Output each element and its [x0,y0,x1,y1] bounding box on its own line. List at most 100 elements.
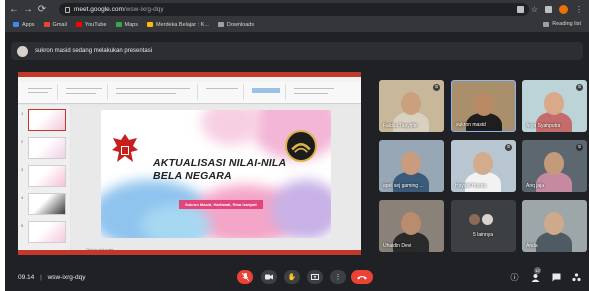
participant-face [544,152,564,175]
participant-name: Faidza Tasyrifin [383,123,418,129]
ribbon-group [60,84,108,100]
camera-button[interactable] [261,270,277,284]
participant-tile[interactable]: ⦸ Hayatil Husna [451,140,516,192]
bookmark-item[interactable]: YouTube [75,21,107,28]
bookmark-icon [43,22,50,27]
more-vert-icon: ⋮ [334,274,342,281]
profile-avatar[interactable] [559,5,568,14]
thumbnail-number: 3 [21,167,24,172]
present-button[interactable] [307,270,323,284]
ribbon-item [252,88,280,93]
slide-subtitle: Sukron Masid, Hartiwati, Rina Iswiyati [179,200,263,209]
bookmark-item[interactable]: Gmail [43,21,67,28]
bookmark-item[interactable]: Apps [13,22,35,28]
participant-tile[interactable]: apel sej gaming ... [379,140,444,192]
participant-name: 5 lainnya [473,232,494,238]
participant-avatar [482,214,493,225]
slide-thumbnail[interactable] [28,109,66,131]
powerpoint-statusbar [18,250,361,255]
back-icon[interactable]: ← [9,4,19,16]
meeting-info: 09.14 | wsw-ixrg-dqy [18,274,86,281]
participant-tile[interactable]: 5 lainnya [451,200,516,252]
bookmark-label: Gmail [52,21,67,28]
participant-tile[interactable]: sukron masid [451,80,516,132]
ribbon-group [288,84,358,100]
forward-icon[interactable]: → [23,4,33,16]
participant-tile[interactable]: ⦸ Arya Syahputra [522,80,587,132]
participant-body [393,172,429,192]
camera-indicator-icon[interactable] [516,6,524,13]
participant-face [544,92,564,115]
more-options-button[interactable]: ⋮ [330,270,346,284]
participant-body [465,172,501,192]
participant-tile[interactable]: Uhaidin Devi [379,200,444,252]
separator: | [40,274,42,281]
bookmark-icon [217,22,224,27]
chat-icon[interactable] [552,273,561,282]
star-icon[interactable]: ☆ [531,6,538,14]
bookmark-item[interactable]: Merdeka Belajar : K... [147,22,209,28]
participant-tile[interactable]: ⦸ Faidza Tasyrifin [379,80,444,132]
mic-muted-icon: ⦸ [433,84,440,91]
ribbon-item [28,92,48,93]
participant-tile[interactable]: ⦸ Ariq jaja [522,140,587,192]
slide-thumbnail[interactable] [28,193,66,215]
raise-hand-button[interactable]: ✋ [284,270,300,284]
bookmark-label: Apps [22,21,35,28]
thumbnail-number: 1 [21,111,24,116]
bookmark-icon [75,22,82,27]
presenting-text: sukron masid sedang melakukan presentasi [35,48,153,54]
participant-face [474,93,494,116]
participant-tile[interactable]: Anda [522,200,587,252]
browser-toolbar: ← → ⟳ meet.google.com/wsw-ixrg-dqy ☆ ⋮ A… [5,0,589,32]
camera-icon [265,274,273,280]
menu-dots-icon[interactable]: ⋮ [575,5,583,14]
reload-icon[interactable]: ⟳ [37,4,47,16]
bookmark-icon [13,22,19,27]
slide-thumbnail[interactable] [28,165,66,187]
meet-controls-bar: 09.14 | wsw-ixrg-dqy ✋ ⋮ ⓘ 12 [5,262,589,291]
participant-name: Ariq jaja [526,183,545,189]
slide-title: AKTUALISASI NILAI-NILA BELA NEGARA [153,157,286,182]
participant-name: Anda [526,243,538,249]
slide-thumbnails: 1 2 3 4 5 [18,105,70,250]
participant-name: Uhaidin Devi [383,243,412,249]
activities-icon[interactable] [572,273,581,282]
bookmark-label: YouTube [84,21,107,28]
bookmark-item[interactable]: Downloads [217,21,255,28]
info-icon[interactable]: ⓘ [510,273,519,282]
address-bar[interactable]: meet.google.com/wsw-ixrg-dqy [59,3,529,16]
hang-up-icon [357,275,367,279]
participant-face [401,92,421,115]
present-screen-icon [311,274,319,280]
lock-icon [65,6,70,13]
reading-list-icon [543,21,550,27]
slide-thumbnail[interactable] [28,137,66,159]
participant-name: Arya Syahputra [526,123,561,129]
leave-call-button[interactable] [351,270,373,284]
mic-off-button[interactable] [237,270,253,284]
smoke-shape [201,110,261,145]
slide-canvas: AKTUALISASI NILAI-NILA BELA NEGARA Sukro… [71,105,361,250]
shared-screen[interactable]: 12345 AKTUALISASI NILAI-NILA BELA NEGARA… [18,72,361,255]
reading-list-label: Reading list [552,21,581,27]
toolbar-icons: ☆ ⋮ [516,5,583,14]
bookmark-label: Downloads [226,21,255,28]
clock-time: 09.14 [18,274,35,281]
participant-name: Hayatil Husna [455,183,487,189]
participant-face [401,212,421,235]
bookmark-item[interactable]: Maps [115,22,138,28]
reading-list[interactable]: Reading list [543,21,581,27]
participant-body [393,112,429,132]
participant-face [401,152,421,175]
mic-muted-icon: ⦸ [576,144,583,151]
ribbon-group [110,84,198,100]
extensions-icon[interactable] [545,6,552,13]
ribbon-group [200,84,244,100]
thumbnail-number: 2 [21,139,24,144]
people-icon[interactable] [531,273,540,282]
powerpoint-body: 12345 AKTUALISASI NILAI-NILA BELA NEGARA… [18,105,361,250]
presenting-banner: sukron masid sedang melakukan presentasi [11,42,583,60]
meet-window: ← → ⟳ meet.google.com/wsw-ixrg-dqy ☆ ⋮ A… [5,0,589,291]
slide-thumbnail[interactable] [28,221,66,243]
